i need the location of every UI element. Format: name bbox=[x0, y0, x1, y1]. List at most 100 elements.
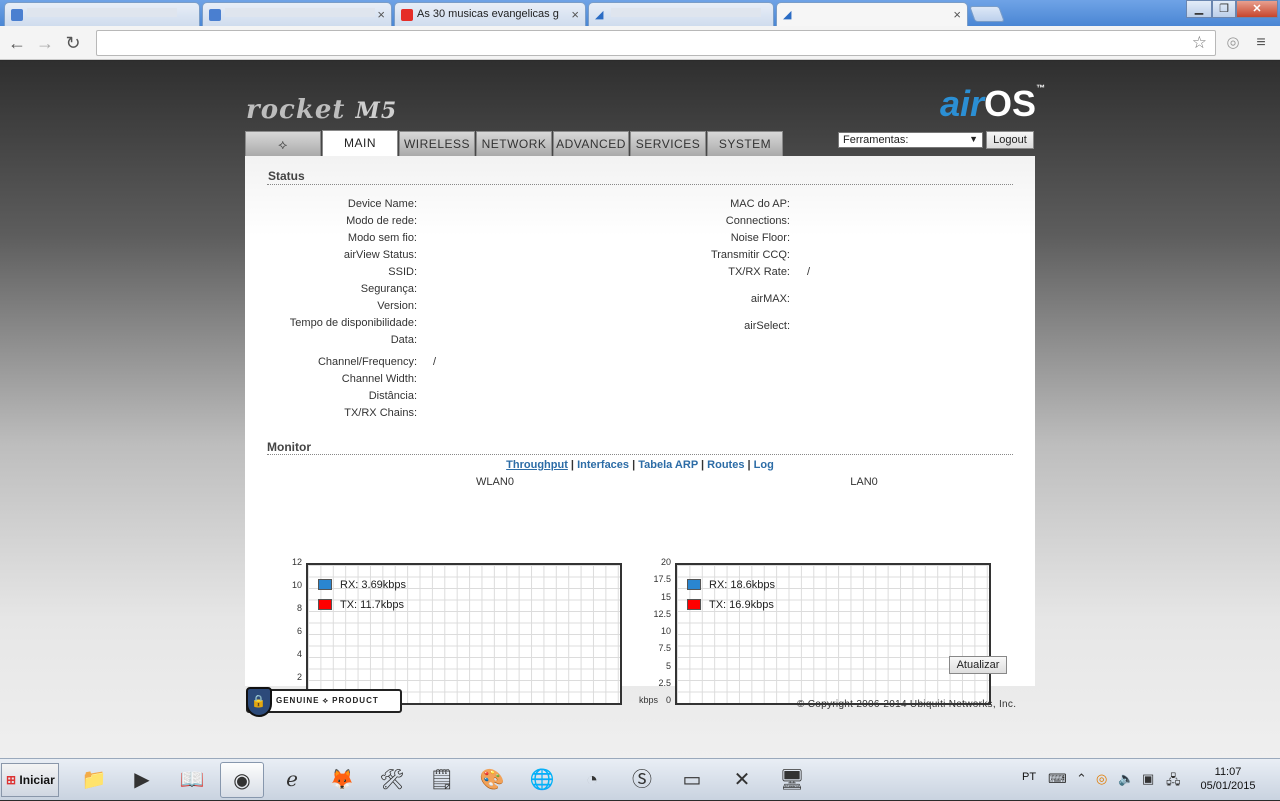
restore-button[interactable]: ❐ bbox=[1212, 0, 1236, 18]
firefox-icon[interactable]: 🦊 bbox=[320, 762, 364, 798]
minimize-button[interactable]: ▁ bbox=[1186, 0, 1212, 18]
tab-advanced[interactable]: ADVANCED bbox=[553, 131, 629, 156]
main-content: Status Device Name: Modo de rede: Modo sem… bbox=[245, 156, 1035, 705]
tab-services[interactable]: SERVICES bbox=[630, 131, 706, 156]
close-window-button[interactable]: ✕ bbox=[1236, 0, 1278, 18]
bookmark-star-icon[interactable]: ☆ bbox=[1192, 33, 1207, 53]
back-button[interactable]: ← bbox=[6, 32, 28, 54]
logout-button[interactable]: Logout bbox=[986, 131, 1034, 149]
paint-icon[interactable]: 🎨 bbox=[470, 762, 514, 798]
tools-select[interactable]: Ferramentas: ▼ bbox=[838, 132, 983, 148]
network-app-icon[interactable]: 🖥 bbox=[770, 762, 814, 798]
chevron-down-icon: ▼ bbox=[969, 134, 978, 144]
keyboard-icon[interactable]: ⌨ bbox=[1048, 771, 1067, 787]
lock-shield-icon: 🔒 bbox=[246, 687, 272, 717]
genuine-product-badge: 🔒 GENUINE ⟡ PRODUCT bbox=[246, 687, 402, 717]
close-icon[interactable]: × bbox=[571, 7, 579, 22]
language-indicator[interactable]: PT bbox=[1022, 771, 1036, 783]
network-icon[interactable]: 🖧 bbox=[1166, 771, 1181, 793]
browser-tab-2[interactable]: × bbox=[202, 2, 392, 26]
airos-air: air bbox=[940, 83, 985, 124]
tools-label: Ferramentas: bbox=[843, 134, 909, 146]
field-value: / bbox=[807, 266, 811, 278]
extension-icon[interactable]: ◎ bbox=[1222, 32, 1244, 54]
windows-flag-icon: ⊞ bbox=[6, 773, 17, 787]
ubnt-logo-icon: ⟡ bbox=[278, 136, 288, 152]
menu-icon[interactable]: ≡ bbox=[1250, 32, 1272, 54]
tab-title-redacted bbox=[225, 8, 375, 17]
earth-icon[interactable]: 🌐 bbox=[520, 762, 564, 798]
status-title: Status bbox=[268, 169, 305, 183]
y-tick-label: 10 bbox=[660, 626, 671, 636]
legend-label: RX: 3.69kbps bbox=[340, 579, 407, 591]
link-interfaces[interactable]: Interfaces bbox=[577, 459, 629, 471]
x-app-icon[interactable]: ✕ bbox=[720, 762, 764, 798]
y-tick-label: 5 bbox=[665, 660, 671, 671]
radar-icon[interactable]: ◔ bbox=[570, 762, 614, 798]
tab-main[interactable]: MAIN bbox=[322, 130, 398, 156]
tab-title: As 30 musicas evangelicas g bbox=[417, 8, 559, 20]
avast-icon[interactable]: ◎ bbox=[1096, 771, 1107, 787]
tab-system[interactable]: SYSTEM bbox=[707, 131, 783, 156]
link-log[interactable]: Log bbox=[754, 459, 774, 471]
field-value: / bbox=[433, 356, 437, 368]
close-icon[interactable]: × bbox=[953, 7, 961, 22]
field-label: Version: bbox=[377, 300, 417, 312]
device-icon[interactable]: ▣ bbox=[1142, 771, 1154, 787]
browser-tab-4[interactable]: ◢ bbox=[588, 2, 774, 26]
legend-label: TX: 16.9kbps bbox=[709, 599, 774, 611]
tab-ubnt-logo[interactable]: ⟡ bbox=[245, 131, 321, 156]
address-bar[interactable]: ☆ bbox=[96, 30, 1216, 56]
clock[interactable]: 11:07 05/01/2015 bbox=[1192, 765, 1264, 793]
forward-button[interactable]: → bbox=[34, 32, 56, 54]
tool-icon[interactable]: 🛠 bbox=[370, 762, 414, 798]
field-label: Channel Width: bbox=[341, 373, 417, 385]
legend-entry: RX: 18.6kbps bbox=[687, 579, 775, 591]
field-label: TX/RX Rate: bbox=[728, 266, 790, 278]
airos-logo: airOS™ bbox=[940, 83, 1045, 125]
chrome-icon[interactable]: ◉ bbox=[220, 762, 264, 798]
skype-icon[interactable]: Ⓢ bbox=[620, 762, 664, 798]
refresh-button[interactable]: Atualizar bbox=[949, 656, 1007, 674]
tab-wireless[interactable]: WIRELESS bbox=[399, 131, 475, 156]
explorer-icon[interactable]: 📁 bbox=[72, 762, 116, 798]
media-player-icon[interactable]: ▶ bbox=[120, 762, 164, 798]
tab-title-redacted bbox=[27, 8, 177, 17]
y-tick-label: 8 bbox=[296, 603, 302, 613]
browser-tab-1[interactable] bbox=[4, 2, 200, 26]
airos-os: OS bbox=[984, 83, 1037, 124]
reload-button[interactable]: ↻ bbox=[62, 32, 84, 54]
link-throughput[interactable]: Throughput bbox=[506, 459, 568, 471]
monitor-title: Monitor bbox=[267, 440, 311, 454]
field-label: Noise Floor: bbox=[730, 232, 790, 244]
y-tick-label: 12 bbox=[291, 557, 302, 567]
genuine-text: GENUINE ⟡ PRODUCT bbox=[276, 696, 379, 705]
start-button[interactable]: ⊞ Iniciar bbox=[1, 763, 59, 797]
link-routes[interactable]: Routes bbox=[707, 459, 744, 471]
field-label: Device Name: bbox=[347, 198, 417, 210]
legend-label: TX: 11.7kbps bbox=[340, 599, 404, 611]
browser-tab-youtube[interactable]: As 30 musicas evangelicas g × bbox=[394, 2, 586, 26]
notes-icon[interactable]: 🗒 bbox=[420, 762, 464, 798]
volume-icon[interactable]: 🔈 bbox=[1118, 771, 1134, 787]
field-label: Connections: bbox=[725, 215, 790, 227]
legend-entry: TX: 11.7kbps bbox=[318, 599, 404, 611]
chart-lan0-title: LAN0 bbox=[850, 476, 878, 488]
legend-swatch bbox=[687, 599, 701, 610]
tab-network[interactable]: NETWORK bbox=[476, 131, 552, 156]
book-icon[interactable]: 📖 bbox=[170, 762, 214, 798]
link-arp-table[interactable]: Tabela ARP bbox=[638, 459, 698, 471]
new-tab-button[interactable] bbox=[969, 6, 1005, 22]
chart-wlan0-title: WLAN0 bbox=[476, 476, 514, 488]
browser-tab-active[interactable]: ◢ × bbox=[776, 2, 968, 26]
cmd-icon[interactable]: ▭ bbox=[670, 762, 714, 798]
field-label: Transmitir CCQ: bbox=[710, 249, 790, 261]
y-tick-label: 17.5 bbox=[653, 574, 671, 585]
trademark: ™ bbox=[1036, 83, 1046, 93]
field-label: Tempo de disponibilidade: bbox=[289, 317, 417, 329]
close-icon[interactable]: × bbox=[377, 7, 385, 22]
airos-page: rocket M5 airOS™ ⟡ MAIN WIRELESS NETWORK… bbox=[0, 61, 1280, 758]
status-divider bbox=[267, 184, 1013, 185]
chevron-up-icon[interactable]: ⌃ bbox=[1076, 771, 1087, 787]
ie-icon[interactable]: ℯ bbox=[270, 762, 314, 798]
